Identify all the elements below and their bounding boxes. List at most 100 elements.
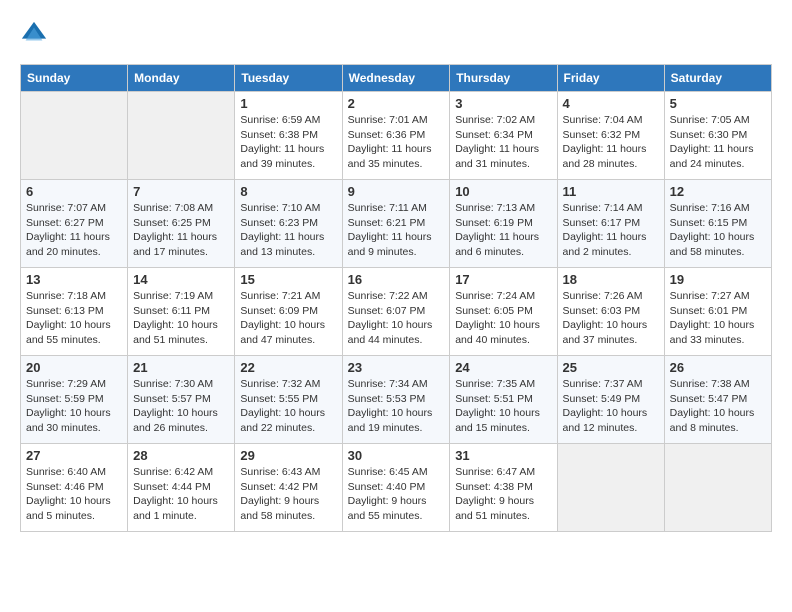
day-number: 21 (133, 360, 229, 375)
calendar-week-row: 13 Sunrise: 7:18 AM Sunset: 6:13 PM Dayl… (21, 268, 772, 356)
day-number: 20 (26, 360, 122, 375)
day-number: 24 (455, 360, 551, 375)
day-number: 28 (133, 448, 229, 463)
day-info: Sunrise: 7:34 AM Sunset: 5:53 PM Dayligh… (348, 377, 445, 436)
calendar-cell: 22 Sunrise: 7:32 AM Sunset: 5:55 PM Dayl… (235, 356, 342, 444)
calendar-cell: 6 Sunrise: 7:07 AM Sunset: 6:27 PM Dayli… (21, 180, 128, 268)
column-header-tuesday: Tuesday (235, 65, 342, 92)
calendar-cell: 5 Sunrise: 7:05 AM Sunset: 6:30 PM Dayli… (664, 92, 771, 180)
day-info: Sunrise: 7:21 AM Sunset: 6:09 PM Dayligh… (240, 289, 336, 348)
page-header (20, 20, 772, 48)
calendar-week-row: 1 Sunrise: 6:59 AM Sunset: 6:38 PM Dayli… (21, 92, 772, 180)
day-info: Sunrise: 7:01 AM Sunset: 6:36 PM Dayligh… (348, 113, 445, 172)
day-info: Sunrise: 7:24 AM Sunset: 6:05 PM Dayligh… (455, 289, 551, 348)
calendar-cell: 31 Sunrise: 6:47 AM Sunset: 4:38 PM Dayl… (450, 444, 557, 532)
calendar-cell: 7 Sunrise: 7:08 AM Sunset: 6:25 PM Dayli… (128, 180, 235, 268)
day-number: 17 (455, 272, 551, 287)
day-number: 31 (455, 448, 551, 463)
calendar-cell: 18 Sunrise: 7:26 AM Sunset: 6:03 PM Dayl… (557, 268, 664, 356)
column-header-wednesday: Wednesday (342, 65, 450, 92)
day-number: 10 (455, 184, 551, 199)
calendar-cell (128, 92, 235, 180)
calendar-cell: 2 Sunrise: 7:01 AM Sunset: 6:36 PM Dayli… (342, 92, 450, 180)
day-number: 30 (348, 448, 445, 463)
day-number: 29 (240, 448, 336, 463)
day-info: Sunrise: 7:16 AM Sunset: 6:15 PM Dayligh… (670, 201, 766, 260)
column-header-thursday: Thursday (450, 65, 557, 92)
day-info: Sunrise: 7:07 AM Sunset: 6:27 PM Dayligh… (26, 201, 122, 260)
column-header-monday: Monday (128, 65, 235, 92)
day-info: Sunrise: 7:35 AM Sunset: 5:51 PM Dayligh… (455, 377, 551, 436)
day-info: Sunrise: 7:19 AM Sunset: 6:11 PM Dayligh… (133, 289, 229, 348)
day-number: 13 (26, 272, 122, 287)
day-number: 15 (240, 272, 336, 287)
day-info: Sunrise: 7:02 AM Sunset: 6:34 PM Dayligh… (455, 113, 551, 172)
calendar-cell: 21 Sunrise: 7:30 AM Sunset: 5:57 PM Dayl… (128, 356, 235, 444)
calendar-cell (21, 92, 128, 180)
calendar-cell: 1 Sunrise: 6:59 AM Sunset: 6:38 PM Dayli… (235, 92, 342, 180)
day-info: Sunrise: 6:45 AM Sunset: 4:40 PM Dayligh… (348, 465, 445, 524)
calendar-cell: 11 Sunrise: 7:14 AM Sunset: 6:17 PM Dayl… (557, 180, 664, 268)
column-header-friday: Friday (557, 65, 664, 92)
day-info: Sunrise: 6:42 AM Sunset: 4:44 PM Dayligh… (133, 465, 229, 524)
day-number: 25 (563, 360, 659, 375)
day-number: 14 (133, 272, 229, 287)
calendar-cell: 4 Sunrise: 7:04 AM Sunset: 6:32 PM Dayli… (557, 92, 664, 180)
day-info: Sunrise: 7:22 AM Sunset: 6:07 PM Dayligh… (348, 289, 445, 348)
calendar-cell: 26 Sunrise: 7:38 AM Sunset: 5:47 PM Dayl… (664, 356, 771, 444)
calendar-cell: 20 Sunrise: 7:29 AM Sunset: 5:59 PM Dayl… (21, 356, 128, 444)
calendar-cell: 14 Sunrise: 7:19 AM Sunset: 6:11 PM Dayl… (128, 268, 235, 356)
day-info: Sunrise: 7:38 AM Sunset: 5:47 PM Dayligh… (670, 377, 766, 436)
calendar-table: SundayMondayTuesdayWednesdayThursdayFrid… (20, 64, 772, 532)
calendar-cell: 17 Sunrise: 7:24 AM Sunset: 6:05 PM Dayl… (450, 268, 557, 356)
calendar-cell: 29 Sunrise: 6:43 AM Sunset: 4:42 PM Dayl… (235, 444, 342, 532)
day-number: 2 (348, 96, 445, 111)
logo (20, 20, 52, 48)
column-header-saturday: Saturday (664, 65, 771, 92)
day-number: 5 (670, 96, 766, 111)
calendar-cell: 12 Sunrise: 7:16 AM Sunset: 6:15 PM Dayl… (664, 180, 771, 268)
calendar-cell: 16 Sunrise: 7:22 AM Sunset: 6:07 PM Dayl… (342, 268, 450, 356)
logo-icon (20, 20, 48, 48)
day-number: 4 (563, 96, 659, 111)
calendar-cell: 24 Sunrise: 7:35 AM Sunset: 5:51 PM Dayl… (450, 356, 557, 444)
day-number: 1 (240, 96, 336, 111)
day-info: Sunrise: 7:08 AM Sunset: 6:25 PM Dayligh… (133, 201, 229, 260)
day-number: 7 (133, 184, 229, 199)
day-info: Sunrise: 7:29 AM Sunset: 5:59 PM Dayligh… (26, 377, 122, 436)
day-info: Sunrise: 7:27 AM Sunset: 6:01 PM Dayligh… (670, 289, 766, 348)
day-number: 16 (348, 272, 445, 287)
calendar-cell: 19 Sunrise: 7:27 AM Sunset: 6:01 PM Dayl… (664, 268, 771, 356)
day-info: Sunrise: 7:32 AM Sunset: 5:55 PM Dayligh… (240, 377, 336, 436)
calendar-cell: 27 Sunrise: 6:40 AM Sunset: 4:46 PM Dayl… (21, 444, 128, 532)
day-info: Sunrise: 7:37 AM Sunset: 5:49 PM Dayligh… (563, 377, 659, 436)
calendar-cell: 9 Sunrise: 7:11 AM Sunset: 6:21 PM Dayli… (342, 180, 450, 268)
calendar-cell: 10 Sunrise: 7:13 AM Sunset: 6:19 PM Dayl… (450, 180, 557, 268)
calendar-cell: 30 Sunrise: 6:45 AM Sunset: 4:40 PM Dayl… (342, 444, 450, 532)
calendar-cell: 23 Sunrise: 7:34 AM Sunset: 5:53 PM Dayl… (342, 356, 450, 444)
day-number: 27 (26, 448, 122, 463)
calendar-week-row: 27 Sunrise: 6:40 AM Sunset: 4:46 PM Dayl… (21, 444, 772, 532)
calendar-cell (557, 444, 664, 532)
day-info: Sunrise: 7:10 AM Sunset: 6:23 PM Dayligh… (240, 201, 336, 260)
day-number: 9 (348, 184, 445, 199)
day-number: 19 (670, 272, 766, 287)
day-info: Sunrise: 7:04 AM Sunset: 6:32 PM Dayligh… (563, 113, 659, 172)
day-number: 18 (563, 272, 659, 287)
calendar-header-row: SundayMondayTuesdayWednesdayThursdayFrid… (21, 65, 772, 92)
day-info: Sunrise: 7:05 AM Sunset: 6:30 PM Dayligh… (670, 113, 766, 172)
day-number: 12 (670, 184, 766, 199)
day-number: 8 (240, 184, 336, 199)
day-info: Sunrise: 7:26 AM Sunset: 6:03 PM Dayligh… (563, 289, 659, 348)
calendar-cell: 8 Sunrise: 7:10 AM Sunset: 6:23 PM Dayli… (235, 180, 342, 268)
day-number: 22 (240, 360, 336, 375)
day-info: Sunrise: 6:47 AM Sunset: 4:38 PM Dayligh… (455, 465, 551, 524)
day-info: Sunrise: 7:30 AM Sunset: 5:57 PM Dayligh… (133, 377, 229, 436)
calendar-cell: 3 Sunrise: 7:02 AM Sunset: 6:34 PM Dayli… (450, 92, 557, 180)
calendar-week-row: 20 Sunrise: 7:29 AM Sunset: 5:59 PM Dayl… (21, 356, 772, 444)
calendar-cell: 25 Sunrise: 7:37 AM Sunset: 5:49 PM Dayl… (557, 356, 664, 444)
calendar-week-row: 6 Sunrise: 7:07 AM Sunset: 6:27 PM Dayli… (21, 180, 772, 268)
day-info: Sunrise: 7:13 AM Sunset: 6:19 PM Dayligh… (455, 201, 551, 260)
day-number: 11 (563, 184, 659, 199)
day-number: 6 (26, 184, 122, 199)
